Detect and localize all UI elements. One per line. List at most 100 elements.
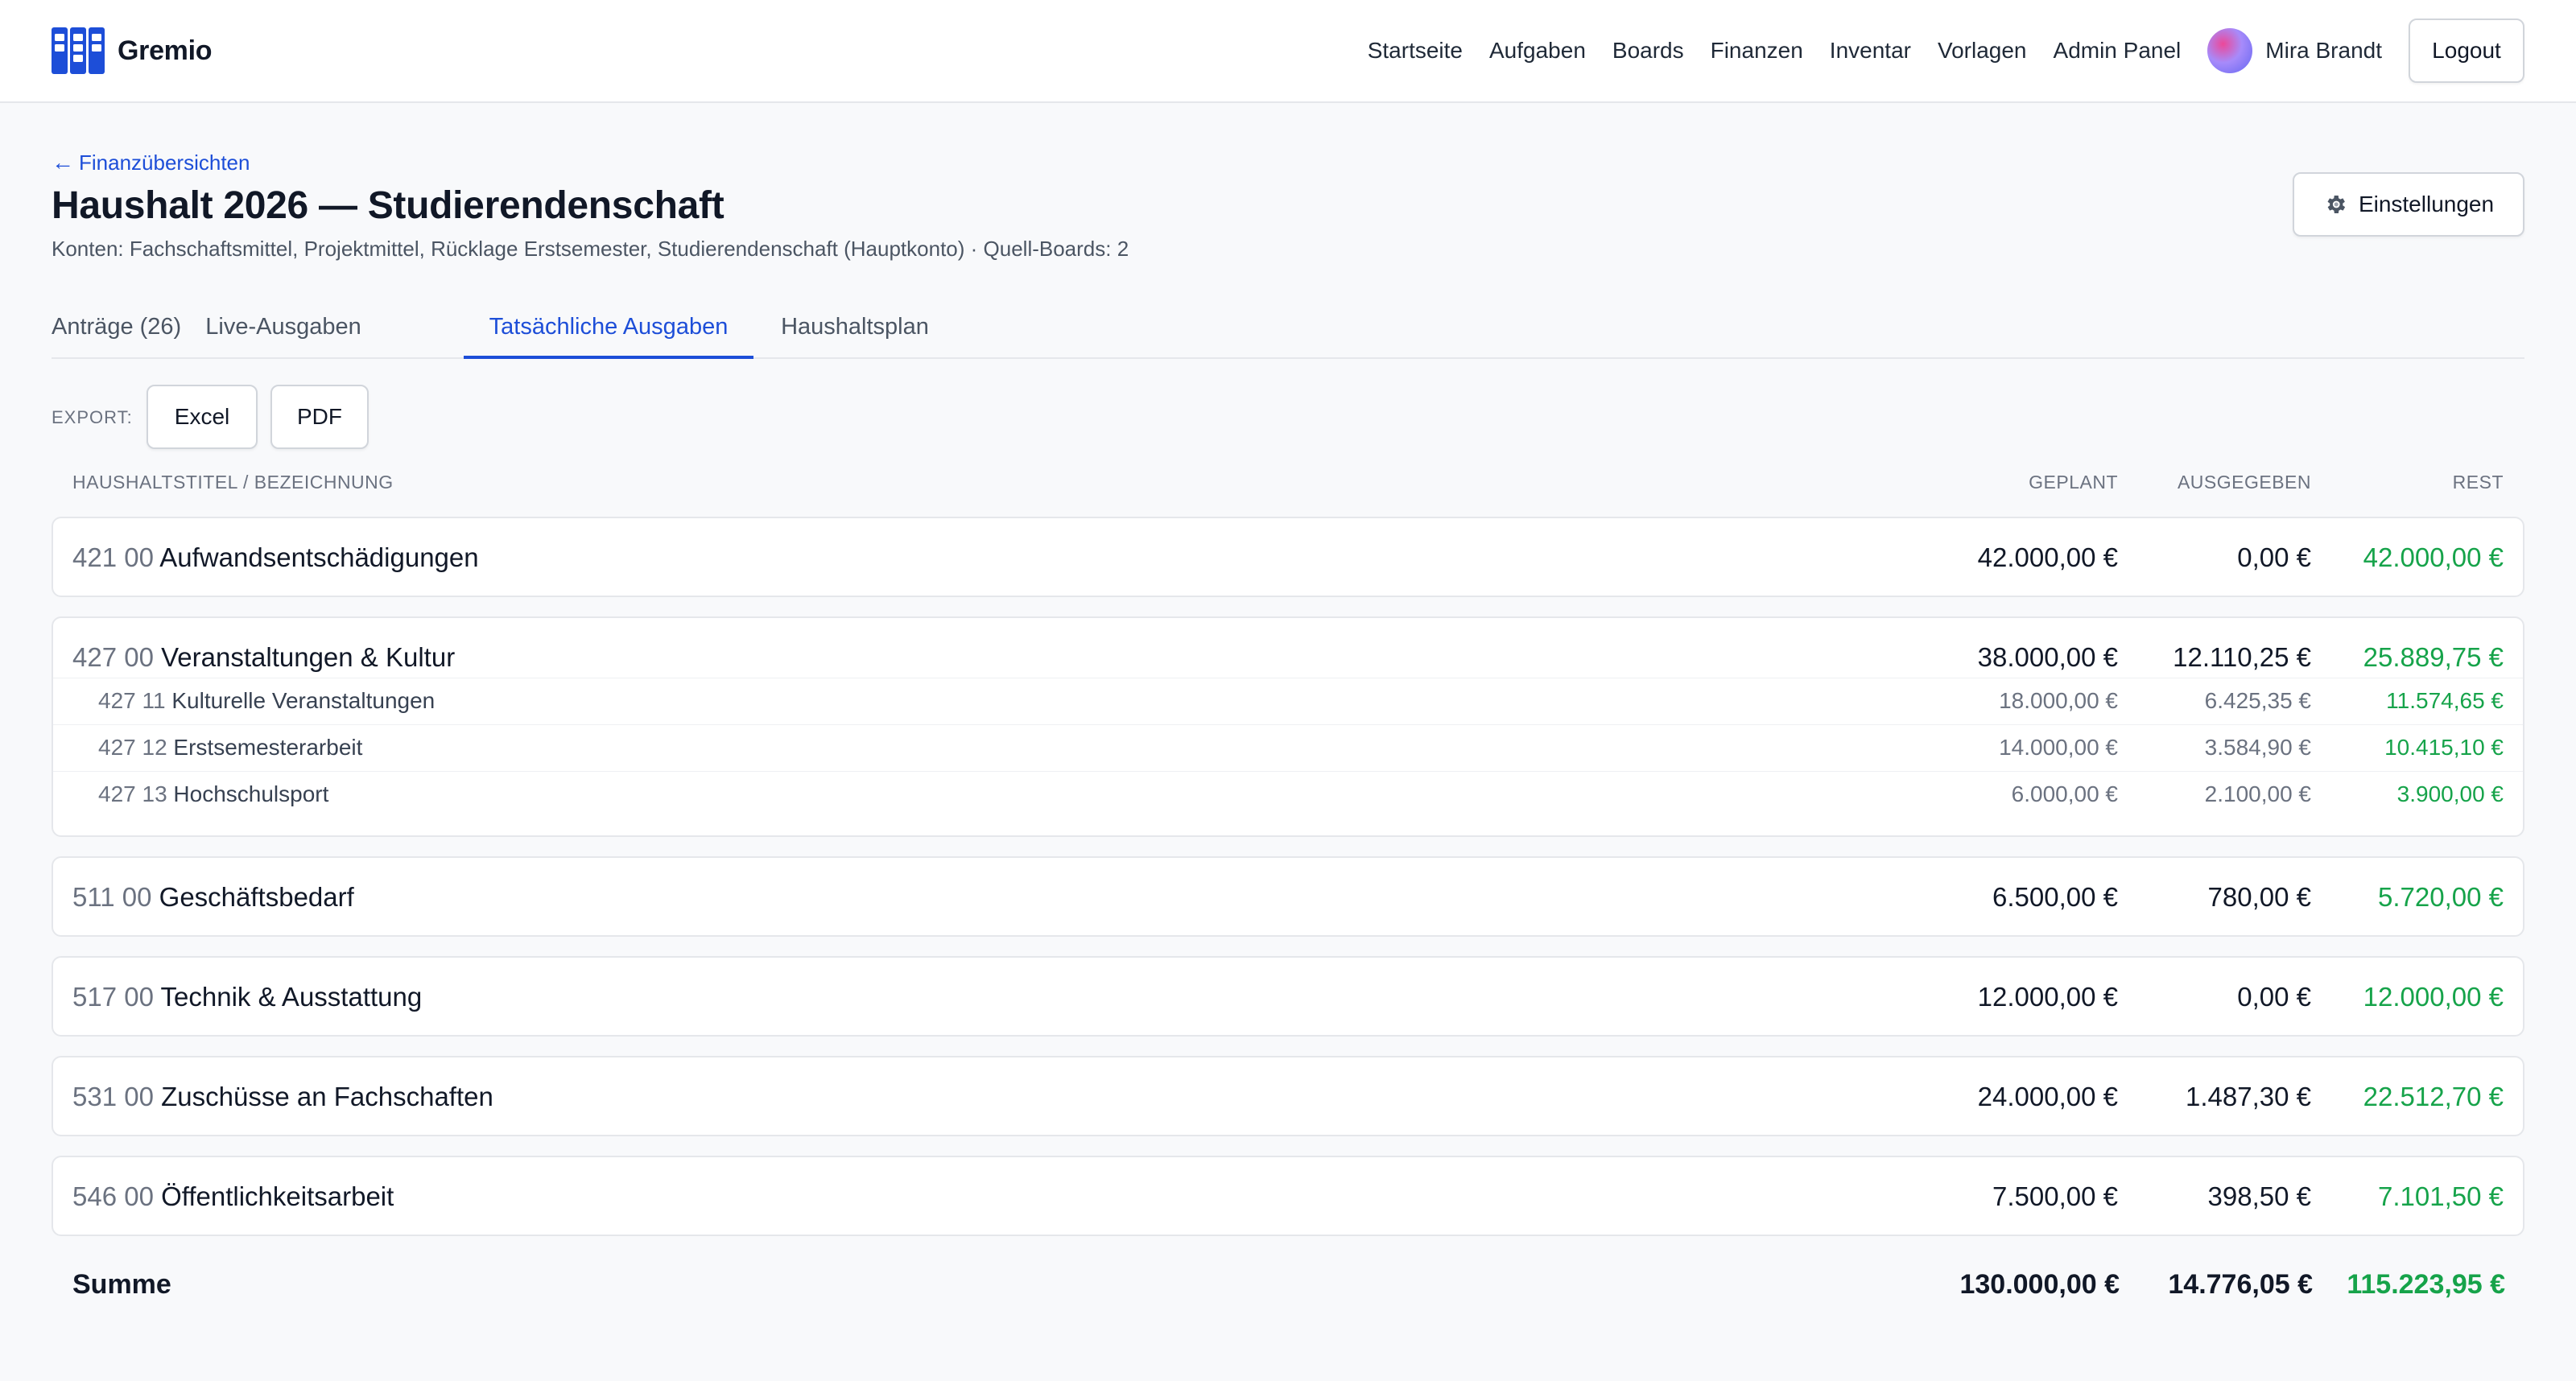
budget-group-row[interactable]: 427 00 Veranstaltungen & Kultur 38.000,0…: [53, 634, 2523, 681]
planned-amount: 6.500,00 €: [1992, 882, 2118, 912]
tab-haushaltsplan[interactable]: Haushaltsplan: [779, 295, 931, 359]
budget-title: Veranstaltungen & Kultur: [161, 642, 456, 672]
nav-link-vorlagen[interactable]: Vorlagen: [1938, 38, 2027, 64]
rest-amount: 25.889,75 €: [2363, 642, 2504, 672]
planned-amount: 12.000,00 €: [1977, 982, 2118, 1012]
settings-label: Einstellungen: [2358, 192, 2495, 216]
budget-subrow[interactable]: 427 13 Hochschulsport 6.000,00 € 2.100,0…: [53, 771, 2523, 816]
budget-code: 427 00: [72, 642, 154, 672]
column-header-planned: GEPLANT: [2029, 472, 2118, 493]
budget-code: 531 00: [72, 1082, 154, 1111]
back-link-label: Finanzübersichten: [79, 150, 250, 175]
logout-button[interactable]: Logout: [2409, 19, 2524, 83]
budget-title: Öffentlichkeitsarbeit: [161, 1181, 394, 1211]
page-subtitle: Konten: Fachschaftsmittel, Projektmittel…: [52, 237, 1129, 261]
planned-amount: 14.000,00 €: [1999, 735, 2118, 760]
budget-code: 546 00: [72, 1181, 154, 1211]
tab-live-ausgaben[interactable]: Live-Ausgaben: [190, 295, 377, 359]
budget-subrow[interactable]: 427 12 Erstsemesterarbeit 14.000,00 € 3.…: [53, 724, 2523, 769]
nav-link-aufgaben[interactable]: Aufgaben: [1489, 38, 1586, 64]
nav-link-inventar[interactable]: Inventar: [1830, 38, 1911, 64]
budget-title: Aufwandsentschädigungen: [159, 542, 479, 572]
budget-group-row[interactable]: 546 00 Öffentlichkeitsarbeit 7.500,00 € …: [53, 1173, 2523, 1220]
planned-amount: 38.000,00 €: [1977, 642, 2118, 672]
budget-title: Technik & Ausstattung: [160, 982, 423, 1012]
user-menu[interactable]: Mira Brandt: [2207, 28, 2382, 73]
total-spent-amount: 14.776,05 €: [2168, 1269, 2313, 1300]
rest-amount: 7.101,50 €: [2378, 1181, 2504, 1211]
budget-group-row[interactable]: 517 00 Technik & Ausstattung 12.000,00 €…: [53, 974, 2523, 1020]
budget-title: Zuschüsse an Fachschaften: [161, 1082, 493, 1111]
spent-amount: 0,00 €: [2237, 982, 2311, 1012]
top-navbar: Gremio Startseite Aufgaben Boards Finanz…: [0, 0, 2576, 103]
export-excel-button[interactable]: Excel: [147, 385, 258, 449]
main-nav: Startseite Aufgaben Boards Finanzen Inve…: [1368, 19, 2524, 83]
planned-amount: 24.000,00 €: [1977, 1082, 2118, 1111]
nav-link-finanzen[interactable]: Finanzen: [1711, 38, 1803, 64]
page-title: Haushalt 2026 — Studierendenschaft: [52, 184, 724, 227]
budget-code: 517 00: [72, 982, 154, 1012]
kanban-board-icon: [52, 27, 105, 74]
column-header-rest: REST: [2452, 472, 2504, 493]
total-row: Summe 130.000,00 € 14.776,05 € 115.223,9…: [52, 1260, 2524, 1309]
total-label: Summe: [72, 1269, 171, 1300]
nav-link-boards[interactable]: Boards: [1612, 38, 1684, 64]
rest-amount: 10.415,10 €: [2384, 735, 2504, 760]
rest-amount: 12.000,00 €: [2363, 982, 2504, 1012]
budget-subrow[interactable]: 427 11 Kulturelle Veranstaltungen 18.000…: [53, 678, 2523, 723]
spent-amount: 0,00 €: [2237, 542, 2311, 572]
tab-antraege[interactable]: Anträge (26): [52, 295, 181, 359]
spent-amount: 2.100,00 €: [2204, 781, 2311, 806]
spent-amount: 398,50 €: [2207, 1181, 2311, 1211]
rest-amount: 22.512,70 €: [2363, 1082, 2504, 1111]
gear-icon: [2327, 196, 2346, 213]
settings-button[interactable]: Einstellungen: [2293, 172, 2524, 237]
planned-amount: 42.000,00 €: [1977, 542, 2118, 572]
export-label: EXPORT:: [52, 407, 133, 427]
budget-code: 427 11: [98, 688, 166, 713]
budget-group-row[interactable]: 511 00 Geschäftsbedarf 6.500,00 € 780,00…: [53, 874, 2523, 921]
brand[interactable]: Gremio: [52, 27, 213, 74]
budget-group-card: 531 00 Zuschüsse an Fachschaften 24.000,…: [52, 1056, 2524, 1136]
rest-amount: 5.720,00 €: [2378, 882, 2504, 912]
budget-group-row[interactable]: 531 00 Zuschüsse an Fachschaften 24.000,…: [53, 1074, 2523, 1120]
budget-group-card: 421 00 Aufwandsentschädigungen 42.000,00…: [52, 517, 2524, 597]
rest-amount: 3.900,00 €: [2396, 781, 2504, 806]
planned-amount: 7.500,00 €: [1992, 1181, 2118, 1211]
spent-amount: 6.425,35 €: [2204, 688, 2311, 713]
budget-code: 421 00: [72, 542, 154, 572]
nav-link-admin-panel[interactable]: Admin Panel: [2054, 38, 2182, 64]
tab-tatsaechliche-ausgaben[interactable]: Tatsächliche Ausgaben: [464, 295, 753, 359]
nav-link-startseite[interactable]: Startseite: [1368, 38, 1463, 64]
budget-group-card: 511 00 Geschäftsbedarf 6.500,00 € 780,00…: [52, 856, 2524, 937]
budget-code: 427 13: [98, 781, 167, 806]
budget-code: 427 12: [98, 735, 167, 760]
planned-amount: 6.000,00 €: [2011, 781, 2118, 806]
arrow-left-icon: ←: [52, 150, 74, 175]
back-link[interactable]: ← Finanzübersichten: [52, 150, 250, 175]
budget-code: 511 00: [72, 882, 152, 912]
tab-bar: Anträge (26) Live-Ausgaben Tatsächliche …: [52, 295, 2524, 359]
budget-title: Hochschulsport: [173, 781, 329, 806]
avatar[interactable]: [2207, 28, 2253, 73]
budget-group-card: 517 00 Technik & Ausstattung 12.000,00 €…: [52, 956, 2524, 1037]
column-header-spent: AUSGEGEBEN: [2177, 472, 2311, 493]
spent-amount: 1.487,30 €: [2186, 1082, 2311, 1111]
budget-group-card: 546 00 Öffentlichkeitsarbeit 7.500,00 € …: [52, 1156, 2524, 1236]
spent-amount: 780,00 €: [2207, 882, 2311, 912]
spent-amount: 12.110,25 €: [2173, 642, 2311, 672]
budget-title: Geschäftsbedarf: [159, 882, 354, 912]
rest-amount: 11.574,65 €: [2386, 688, 2504, 713]
spent-amount: 3.584,90 €: [2204, 735, 2311, 760]
app-name: Gremio: [118, 35, 213, 66]
planned-amount: 18.000,00 €: [1999, 688, 2118, 713]
budget-title: Erstsemesterarbeit: [173, 735, 363, 760]
total-planned-amount: 130.000,00 €: [1959, 1269, 2120, 1300]
total-rest-amount: 115.223,95 €: [2347, 1269, 2505, 1300]
budget-group-card: 427 00 Veranstaltungen & Kultur 38.000,0…: [52, 616, 2524, 837]
column-header-title: HAUSHALTSTITEL / BEZEICHNUNG: [72, 472, 394, 493]
budget-group-row[interactable]: 421 00 Aufwandsentschädigungen 42.000,00…: [53, 534, 2523, 581]
budget-title: Kulturelle Veranstaltungen: [171, 688, 436, 713]
user-name: Mira Brandt: [2265, 38, 2382, 63]
export-pdf-button[interactable]: PDF: [270, 385, 369, 449]
